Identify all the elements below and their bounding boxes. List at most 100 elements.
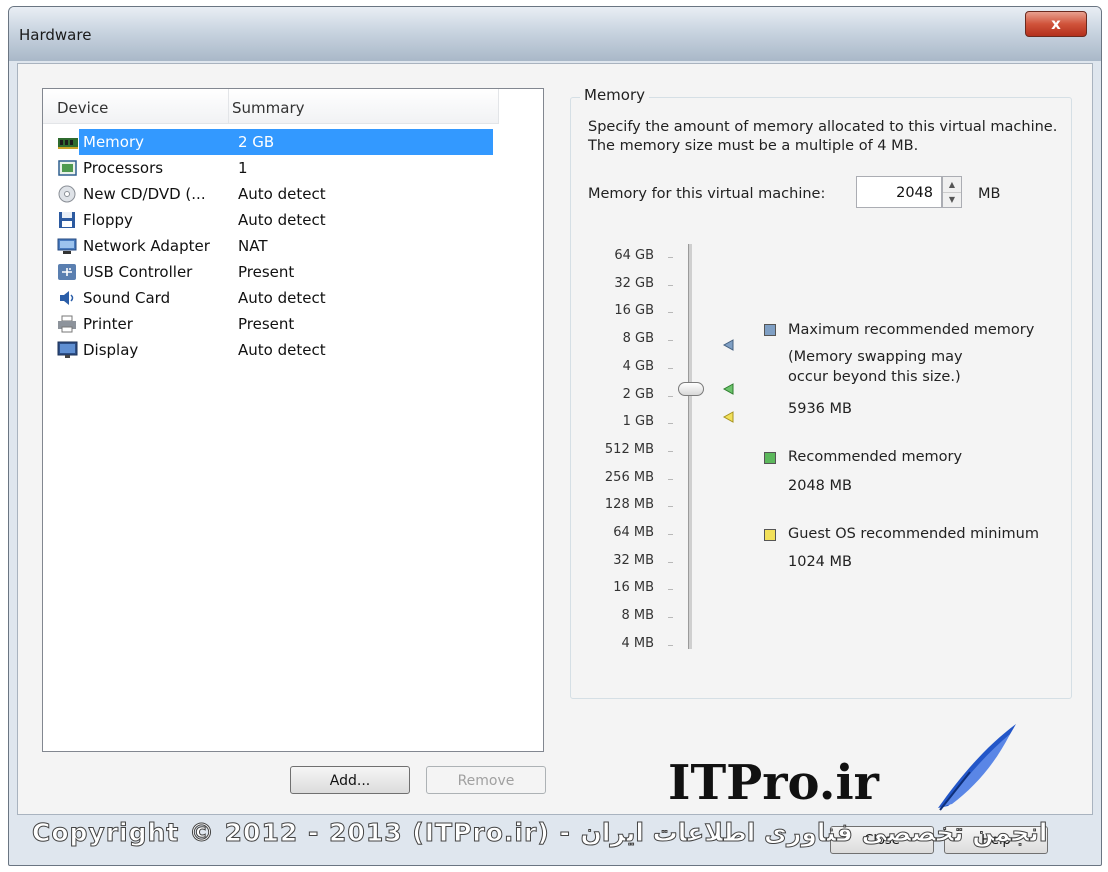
scale-tick: [668, 395, 673, 397]
spin-buttons[interactable]: ▲ ▼: [942, 176, 962, 208]
sound-card-icon: [60, 291, 74, 305]
device-summary: 1: [238, 159, 248, 177]
scale-label: 32 GB: [614, 275, 654, 291]
guest-min-value: 1024 MB: [788, 554, 852, 570]
guest-min-swatch: [764, 529, 776, 541]
device-row-network-adapter[interactable]: Network Adapter NAT: [43, 233, 499, 259]
scale-label: 4 MB: [621, 635, 654, 651]
usb-icon: [58, 264, 76, 280]
device-summary: Present: [238, 315, 295, 333]
device-summary: Auto detect: [238, 185, 326, 203]
device-name: Printer: [83, 315, 133, 333]
device-name: USB Controller: [83, 263, 193, 281]
device-summary: Auto detect: [238, 289, 326, 307]
max-recommended-label: Maximum recommended memory: [788, 322, 1035, 338]
device-row-floppy[interactable]: Floppy Auto detect: [43, 207, 499, 233]
device-row-memory[interactable]: Memory 2 GB: [43, 129, 499, 155]
recommended-swatch: [764, 452, 776, 464]
column-header-device[interactable]: Device: [57, 99, 108, 117]
scale-label: 16 MB: [613, 580, 654, 596]
max-recommended-swatch: [764, 324, 776, 336]
device-summary: Present: [238, 263, 295, 281]
scale-label: 16 GB: [614, 303, 654, 319]
device-list: Device Summary Memory 2 GB Processors 1 …: [42, 88, 544, 752]
printer-icon: [58, 315, 76, 333]
scale-label: 128 MB: [604, 497, 654, 513]
display-icon: [57, 341, 78, 358]
recommended-marker-icon: [722, 383, 734, 395]
device-name: Network Adapter: [83, 237, 210, 255]
max-recommended-note-2: occur beyond this size.): [788, 369, 961, 385]
device-summary: Auto detect: [238, 341, 326, 359]
device-summary: NAT: [238, 237, 268, 255]
scale-label: 64 MB: [613, 525, 654, 540]
memory-icon: [58, 138, 78, 149]
cd-dvd-icon: [58, 185, 76, 203]
device-row-cd-dvd[interactable]: New CD/DVD (... Auto detect: [43, 181, 499, 207]
copyright-watermark: Copyright © 2012 - 2013 (ITPro.ir) - انج…: [31, 818, 1048, 848]
add-button[interactable]: Add...: [290, 766, 410, 794]
spin-down-icon[interactable]: ▼: [943, 192, 961, 207]
window-title: Hardware: [19, 26, 92, 44]
scale-tick: [668, 450, 673, 452]
network-adapter-icon: [57, 238, 77, 254]
close-button[interactable]: x: [1025, 11, 1087, 37]
device-name: Floppy: [83, 211, 133, 229]
device-row-processors[interactable]: Processors 1: [43, 155, 499, 181]
scale-tick: [668, 506, 673, 508]
memory-field-label: Memory for this virtual machine:: [588, 186, 826, 202]
remove-button[interactable]: Remove: [426, 766, 546, 794]
title-bar[interactable]: Hardware x: [9, 7, 1101, 61]
scale-label: 4 GB: [622, 358, 654, 374]
scale-tick: [668, 534, 673, 535]
scale-tick: [668, 367, 673, 369]
scale-tick: [668, 423, 673, 425]
memory-slider-thumb[interactable]: [678, 382, 704, 396]
scale-tick: [668, 617, 673, 619]
scale-label: 1 GB: [622, 414, 654, 430]
recommended-value: 2048 MB: [788, 478, 852, 494]
memory-value: 2048: [896, 185, 933, 201]
guest-min-marker-icon: [722, 411, 734, 423]
column-header-summary[interactable]: Summary: [232, 99, 305, 117]
scale-label: 256 MB: [604, 469, 654, 485]
device-name: Display: [83, 341, 139, 359]
device-row-usb-controller[interactable]: USB Controller Present: [43, 259, 499, 285]
scale-label: 8 GB: [622, 331, 654, 347]
spin-up-icon[interactable]: ▲: [943, 177, 961, 193]
scale-label: 64 GB: [614, 248, 654, 263]
memory-spinbox[interactable]: 2048 ▲ ▼: [856, 176, 972, 208]
processor-icon: [58, 160, 77, 176]
memory-group-label: Memory: [580, 86, 650, 104]
memory-input[interactable]: 2048: [856, 176, 942, 208]
device-row-sound-card[interactable]: Sound Card Auto detect: [43, 285, 499, 311]
max-recommended-value: 5936 MB: [788, 401, 852, 417]
scale-label: 512 MB: [604, 441, 654, 457]
scale-tick: [668, 340, 673, 342]
floppy-icon: [59, 212, 75, 228]
device-name: Sound Card: [83, 289, 171, 307]
scale-tick: [668, 257, 673, 258]
device-row-printer[interactable]: Printer Present: [43, 311, 499, 337]
scale-tick: [668, 478, 673, 480]
device-name: Memory: [83, 133, 145, 151]
scale-tick: [668, 644, 673, 646]
scale-tick: [668, 589, 673, 591]
scale-label: 32 MB: [613, 552, 654, 568]
device-name: Processors: [83, 159, 164, 177]
device-name: New CD/DVD (...: [83, 185, 206, 203]
memory-unit: MB: [978, 186, 1001, 202]
max-recommended-note-1: (Memory swapping may: [788, 349, 963, 365]
guest-min-label: Guest OS recommended minimum: [788, 526, 1039, 542]
device-summary: 2 GB: [238, 133, 275, 151]
device-row-display[interactable]: Display Auto detect: [43, 337, 499, 363]
scale-label: 2 GB: [622, 386, 654, 402]
scale-tick: [668, 284, 673, 286]
scale-label: 8 MB: [621, 608, 654, 624]
device-summary: Auto detect: [238, 211, 326, 229]
memory-description: Specify the amount of memory allocated t…: [588, 119, 1058, 154]
max-recommended-marker-icon: [722, 339, 734, 351]
memory-slider-track[interactable]: [688, 244, 692, 649]
itpro-logo-text: ITPro.ir: [668, 755, 879, 811]
list-header: Device Summary: [43, 89, 499, 124]
